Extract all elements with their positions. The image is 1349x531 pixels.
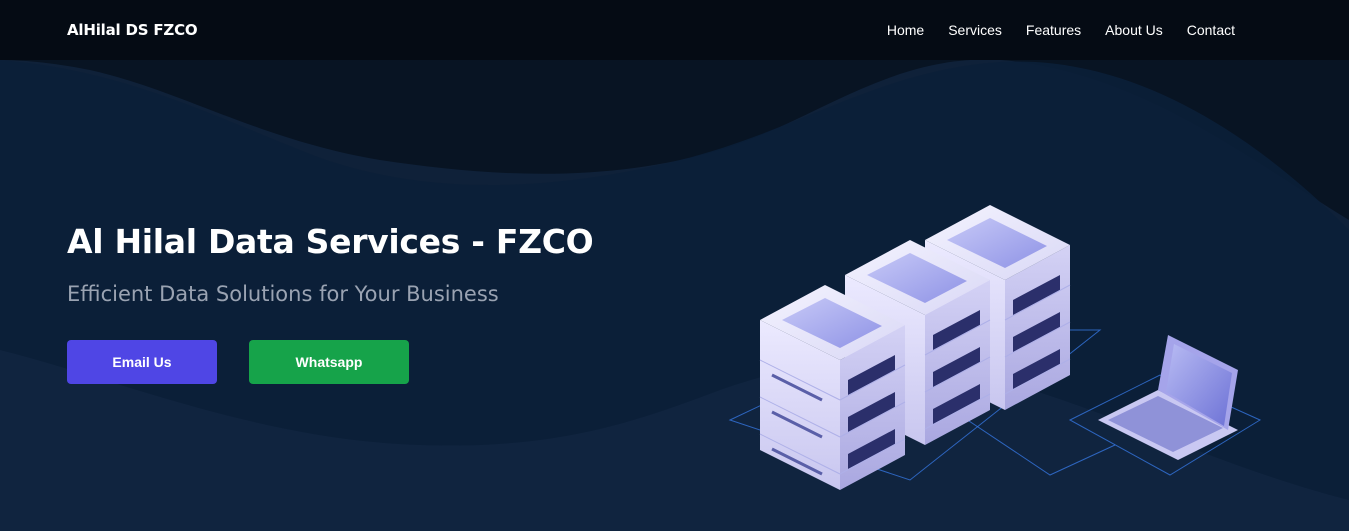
nav-features-link[interactable]: Features	[1026, 22, 1081, 38]
nav-menu: Home Services Features About Us Contact	[887, 22, 1235, 38]
brand-logo[interactable]: AlHilal DS FZCO	[67, 21, 198, 39]
nav-services-link[interactable]: Services	[948, 22, 1002, 38]
nav-home-link[interactable]: Home	[887, 22, 924, 38]
hero-title: Al Hilal Data Services - FZCO	[67, 222, 594, 261]
nav-contact-link[interactable]: Contact	[1187, 22, 1235, 38]
whatsapp-button[interactable]: Whatsapp	[249, 340, 409, 384]
email-us-button[interactable]: Email Us	[67, 340, 217, 384]
server-rack-laptop-illustration	[728, 205, 1262, 490]
top-navbar: AlHilal DS FZCO Home Services Features A…	[0, 0, 1349, 60]
nav-about-link[interactable]: About Us	[1105, 22, 1163, 38]
hero-subtitle: Efficient Data Solutions for Your Busine…	[67, 282, 499, 306]
hero-buttons: Email Us Whatsapp	[67, 340, 593, 384]
hero-section: Al Hilal Data Services - FZCO Efficient …	[67, 219, 594, 384]
